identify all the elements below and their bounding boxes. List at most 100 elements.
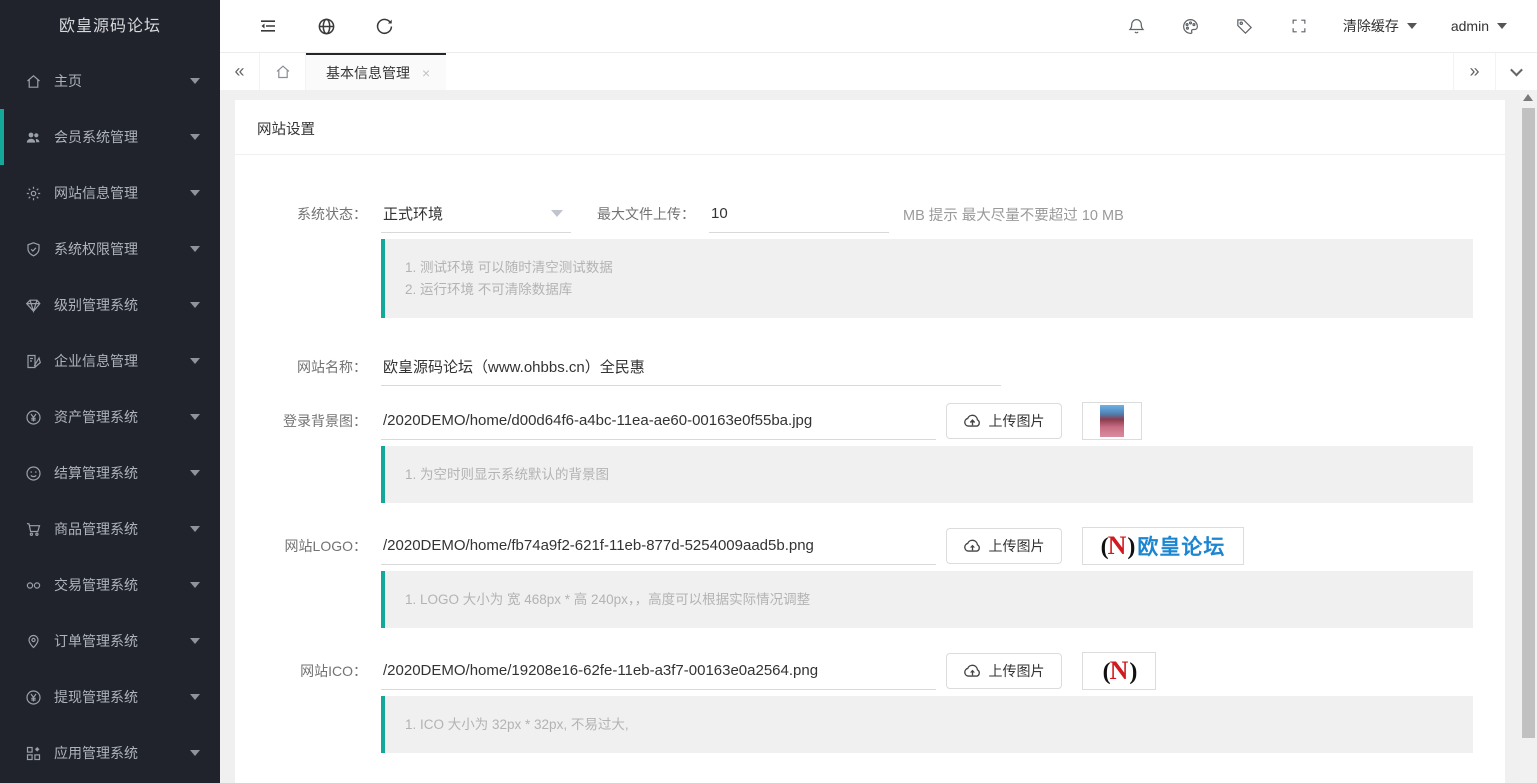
fullscreen-icon[interactable] [1289, 16, 1309, 36]
login-bg-input[interactable]: /2020DEMO/home/d00d64f6-a4bc-11ea-ae60-0… [381, 402, 936, 440]
sidebar-item-label: 结算管理系统 [54, 463, 138, 483]
edit-doc-icon [24, 352, 42, 370]
ico-mark-n: (N) [1103, 656, 1136, 686]
chevron-down-icon [190, 358, 200, 364]
sidebar-item-company-info[interactable]: 企业信息管理 [0, 333, 220, 389]
bell-icon[interactable] [1127, 16, 1147, 36]
yen-circle-icon [24, 688, 42, 706]
chevron-down-icon [1407, 23, 1417, 29]
max-upload-input[interactable]: 10 [709, 195, 889, 233]
site-name-label: 网站名称： [235, 357, 367, 377]
upload-button-label: 上传图片 [989, 536, 1045, 556]
cloud-upload-icon [964, 539, 981, 553]
page-title: 网站设置 [235, 100, 1505, 155]
login-bg-note-box: 1. 为空时则显示系统默认的背景图 [381, 446, 1473, 503]
upload-button-label: 上传图片 [989, 661, 1045, 681]
header-left-icons [220, 16, 394, 36]
sidebar-item-assets[interactable]: 资产管理系统 [0, 389, 220, 445]
cloud-upload-icon [964, 664, 981, 678]
note-line: 1. LOGO 大小为 宽 468px * 高 240px，，高度可以根据实际情… [405, 590, 1453, 609]
chevron-down-icon [190, 750, 200, 756]
tabs-scroll-left-button[interactable]: « [220, 53, 260, 90]
chevron-down-icon [190, 414, 200, 420]
sidebar-item-label: 资产管理系统 [54, 407, 138, 427]
scrollbar-thumb[interactable] [1522, 108, 1535, 738]
collapse-sidebar-icon[interactable] [258, 16, 278, 36]
sidebar-item-label: 提现管理系统 [54, 687, 138, 707]
upload-login-bg-button[interactable]: 上传图片 [946, 403, 1062, 439]
site-name-input[interactable]: 欧皇源码论坛（www.ohbbs.cn）全民惠 [381, 348, 1001, 386]
chevron-down-icon [1497, 23, 1507, 29]
scrollbar-up-arrow[interactable] [1523, 94, 1533, 101]
tabs-scroll-right-button[interactable]: » [1453, 53, 1495, 90]
tabs-menu-button[interactable] [1495, 53, 1537, 90]
chevron-down-icon [190, 638, 200, 644]
status-note-box: 1. 测试环境 可以随时清空测试数据 2. 运行环境 不可清除数据库 [381, 239, 1473, 318]
sidebar-item-label: 主页 [54, 71, 82, 91]
user-dropdown[interactable]: admin [1451, 18, 1507, 34]
sidebar-item-withdrawals[interactable]: 提现管理系统 [0, 669, 220, 725]
clear-cache-dropdown[interactable]: 清除缓存 [1343, 16, 1417, 36]
system-status-value: 正式环境 [383, 203, 443, 224]
smile-icon [24, 464, 42, 482]
close-icon[interactable]: × [422, 65, 430, 81]
home-icon [274, 63, 292, 81]
note-line: 2. 运行环境 不可清除数据库 [405, 280, 1453, 299]
shield-check-icon [24, 240, 42, 258]
vertical-scrollbar[interactable] [1520, 90, 1537, 783]
home-icon [24, 72, 42, 90]
tab-bar: « 基本信息管理 × » [220, 53, 1537, 90]
sidebar-item-products[interactable]: 商品管理系统 [0, 501, 220, 557]
yen-circle-icon [24, 408, 42, 426]
refresh-icon[interactable] [374, 16, 394, 36]
sidebar-item-members[interactable]: 会员系统管理 [0, 109, 220, 165]
sidebar-item-label: 网站信息管理 [54, 183, 138, 203]
site-logo-input[interactable]: /2020DEMO/home/fb74a9f2-621f-11eb-877d-5… [381, 527, 936, 565]
chevron-down-icon [190, 246, 200, 252]
sidebar-item-home[interactable]: 主页 [0, 53, 220, 109]
login-bg-row: 登录背景图： /2020DEMO/home/d00d64f6-a4bc-11ea… [235, 402, 1489, 440]
tag-icon[interactable] [1235, 16, 1255, 36]
sidebar-item-settlement[interactable]: 结算管理系统 [0, 445, 220, 501]
cart-icon [24, 520, 42, 538]
sidebar-item-label: 应用管理系统 [54, 743, 138, 763]
ico-thumbnail[interactable]: (N) [1082, 652, 1156, 690]
sidebar-menu: 主页 会员系统管理 网站信息管理 系统权限管理 级别管理系统 企业信息管理 [0, 53, 220, 781]
chevron-down-icon [190, 526, 200, 532]
chevron-down-icon [190, 694, 200, 700]
site-ico-input[interactable]: /2020DEMO/home/19208e16-62fe-11eb-a3f7-0… [381, 652, 936, 690]
sidebar-item-label: 会员系统管理 [54, 127, 138, 147]
login-bg-thumbnail[interactable] [1082, 402, 1142, 440]
site-logo-row: 网站LOGO： /2020DEMO/home/fb74a9f2-621f-11e… [235, 527, 1489, 565]
sidebar-item-trades[interactable]: 交易管理系统 [0, 557, 220, 613]
cloud-upload-icon [964, 414, 981, 428]
user-label: admin [1451, 18, 1489, 34]
infinity-icon [24, 576, 42, 594]
chevron-down-icon [190, 582, 200, 588]
sidebar-item-applications[interactable]: 应用管理系统 [0, 725, 220, 781]
sidebar-item-orders[interactable]: 订单管理系统 [0, 613, 220, 669]
tab-label: 基本信息管理 [326, 63, 410, 83]
sidebar-item-site-info[interactable]: 网站信息管理 [0, 165, 220, 221]
home-tab[interactable] [260, 53, 306, 90]
chevron-down-icon [190, 470, 200, 476]
users-icon [24, 128, 42, 146]
main-content: 网站设置 系统状态： 正式环境 最大文件上传： 10 MB 提示 最大尽量不要超… [220, 90, 1520, 783]
globe-icon[interactable] [316, 16, 336, 36]
system-status-row: 系统状态： 正式环境 最大文件上传： 10 MB 提示 最大尽量不要超过 10 … [235, 195, 1489, 233]
logo-thumbnail[interactable]: (N) 欧皇论坛 [1082, 527, 1244, 565]
sidebar-item-permissions[interactable]: 系统权限管理 [0, 221, 220, 277]
header-right: 清除缓存 admin [1127, 16, 1537, 36]
tab-basic-info[interactable]: 基本信息管理 × [306, 53, 446, 90]
sidebar-item-label: 级别管理系统 [54, 295, 138, 315]
sidebar-item-levels[interactable]: 级别管理系统 [0, 277, 220, 333]
upload-ico-button[interactable]: 上传图片 [946, 653, 1062, 689]
login-bg-preview-image [1100, 405, 1124, 437]
gear-icon [24, 184, 42, 202]
brand-title: 欧皇源码论坛 [0, 0, 220, 53]
chevron-down-icon [190, 134, 200, 140]
theme-palette-icon[interactable] [1181, 16, 1201, 36]
upload-logo-button[interactable]: 上传图片 [946, 528, 1062, 564]
system-status-select[interactable]: 正式环境 [381, 195, 571, 233]
top-header: 清除缓存 admin [220, 0, 1537, 53]
